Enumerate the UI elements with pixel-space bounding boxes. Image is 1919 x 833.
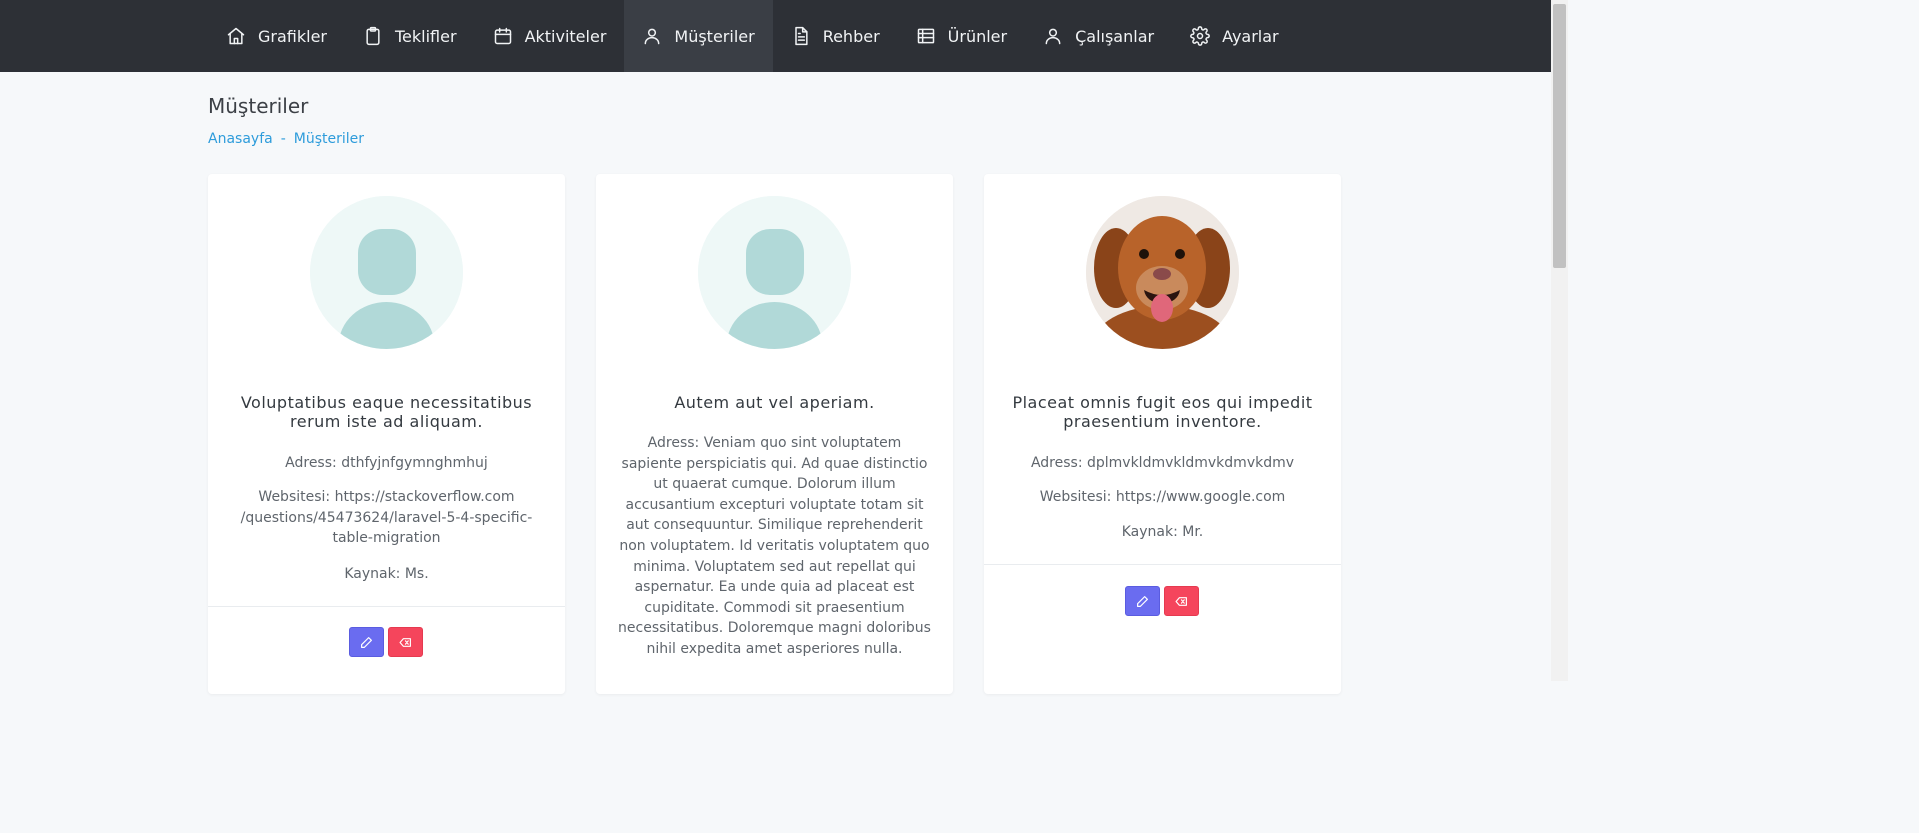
customer-address: Adress: Veniam quo sint voluptatem sapie…	[618, 435, 931, 657]
delete-button[interactable]	[1164, 586, 1199, 616]
pencil-icon	[1137, 595, 1148, 607]
nav-item-label: Ürünler	[947, 26, 1008, 46]
customer-address: Adress: dplmvkldmvkldmvkdmvkdmv	[1030, 455, 1295, 471]
customer-name: Autem aut vel aperiam.	[674, 393, 875, 412]
nav-item-calisanlar[interactable]: Çalışanlar	[1025, 0, 1172, 72]
backspace-icon	[399, 637, 411, 647]
customer-source: Kaynak: Ms.	[344, 566, 429, 582]
page-scrollbar[interactable]	[1551, 0, 1568, 681]
nav-item-label: Rehber	[822, 26, 880, 46]
edit-button[interactable]	[1125, 586, 1160, 616]
clipboard-icon	[363, 26, 383, 46]
top-navbar: Grafikler Teklifler Aktiviteler Müşteril…	[0, 0, 1551, 72]
nav-item-ayarlar[interactable]: Ayarlar	[1172, 0, 1297, 72]
customer-avatar	[1086, 196, 1239, 349]
user-icon	[1043, 26, 1063, 46]
nav-item-musteriler[interactable]: Müşteriler	[624, 0, 773, 72]
nav-item-label: Çalışanlar	[1075, 26, 1155, 46]
breadcrumb: Anasayfa - Müşteriler	[208, 131, 364, 147]
gear-icon	[1190, 26, 1210, 46]
nav-item-label: Ayarlar	[1222, 26, 1279, 46]
list-icon	[916, 26, 936, 46]
customer-card: Autem aut vel aperiam. Adress: Veniam qu…	[596, 174, 953, 694]
nav-item-label: Teklifler	[395, 26, 457, 46]
customer-avatar	[310, 196, 463, 349]
user-icon	[642, 26, 662, 46]
nav-item-teklifler[interactable]: Teklifler	[345, 0, 475, 72]
nav-item-urunler[interactable]: Ürünler	[898, 0, 1025, 72]
page-title: Müşteriler	[208, 94, 309, 118]
nav-item-label: Grafikler	[258, 26, 327, 46]
scrollbar-thumb[interactable]	[1553, 4, 1566, 268]
breadcrumb-separator: -	[280, 131, 286, 147]
customer-address: Adress: dthfyjnfgymnghmhuj	[285, 455, 488, 471]
customer-card: Voluptatibus eaque necessitatibus rerum …	[208, 174, 565, 694]
home-icon	[226, 26, 246, 46]
card-divider	[984, 564, 1341, 565]
calendar-icon	[493, 26, 513, 46]
nav-item-grafikler[interactable]: Grafikler	[208, 0, 345, 72]
customer-website: Websitesi: https://www.google.com	[1039, 489, 1286, 505]
breadcrumb-current[interactable]: Müşteriler	[294, 131, 364, 147]
customer-card: Placeat omnis fugit eos qui impedit prae…	[984, 174, 1341, 694]
customer-website: Websitesi: https://stackoverflow.com /qu…	[240, 489, 533, 547]
nav-item-label: Aktiviteler	[524, 26, 607, 46]
nav-item-label: Müşteriler	[674, 26, 755, 46]
nav-item-rehber[interactable]: Rehber	[773, 0, 898, 72]
customer-name: Placeat omnis fugit eos qui impedit prae…	[1012, 393, 1313, 431]
card-divider	[208, 606, 565, 607]
backspace-icon	[1175, 596, 1187, 606]
customer-name: Voluptatibus eaque necessitatibus rerum …	[240, 393, 533, 431]
nav-item-aktiviteler[interactable]: Aktiviteler	[475, 0, 625, 72]
file-text-icon	[791, 26, 811, 46]
edit-button[interactable]	[349, 627, 384, 657]
pencil-icon	[361, 636, 372, 648]
main-nav: Grafikler Teklifler Aktiviteler Müşteril…	[208, 0, 1297, 72]
customer-avatar	[698, 196, 851, 349]
breadcrumb-home-link[interactable]: Anasayfa	[208, 131, 273, 147]
customer-source: Kaynak: Mr.	[1121, 524, 1204, 540]
delete-button[interactable]	[388, 627, 423, 657]
